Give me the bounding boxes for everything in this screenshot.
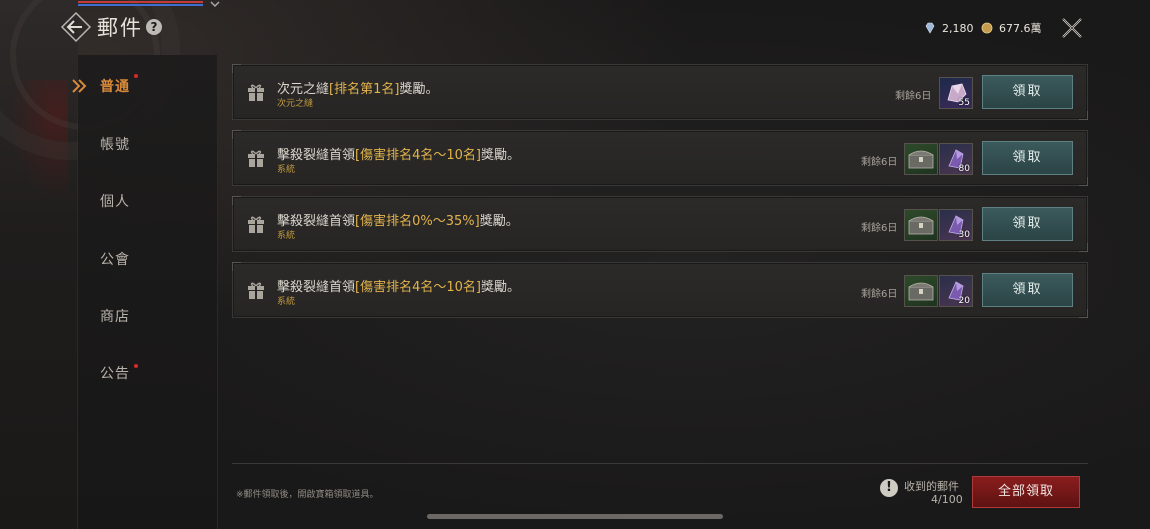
mail-title-suffix: 獎勵。 [479,214,519,229]
item-quantity: 30 [958,230,970,240]
back-button[interactable] [60,11,92,43]
purple-gem-icon[interactable]: 20 [939,275,973,307]
remaining-days: 剩餘6日 [861,223,898,234]
mail-item[interactable]: 次元之縫[排名第1名]獎勵。 次元之縫 剩餘6日 55 領取 [232,64,1088,120]
notification-dot [134,364,138,368]
mail-title-suffix: 獎勵。 [480,148,520,163]
item-quantity: 20 [958,296,970,306]
treasure-chest-icon[interactable] [904,209,938,241]
gift-icon [248,150,264,167]
mail-title: 擊殺裂縫首領[傷害排名4名～10名]獎勵。 [277,144,520,163]
sidebar-item-account[interactable]: 帳號 [100,134,130,154]
claim-button[interactable]: 領取 [982,273,1073,307]
remaining-days: 剩餘6日 [861,157,898,168]
currency-gem: 2,180 [924,20,974,36]
scrollbar[interactable] [427,514,723,519]
mail-title-highlight: [傷害排名0%～35%] [355,214,480,229]
mail-title-text: 擊殺裂縫首領 [277,280,356,295]
chevron-down-icon[interactable] [209,0,223,10]
mail-item[interactable]: 擊殺裂縫首領[傷害排名4名～10名]獎勵。 系統 剩餘6日 80 領取 [232,130,1088,186]
notification-dot [134,74,138,78]
mail-title: 擊殺裂縫首領[傷害排名4名～10名]獎勵。 [277,276,520,295]
page-title: 郵件 [97,16,143,40]
purple-gem-icon[interactable]: 80 [939,143,973,175]
mail-title: 次元之縫[排名第1名]獎勵。 [277,78,438,97]
mail-title-highlight: [傷害排名4名～10名] [355,280,481,295]
crystal-ore-icon[interactable]: 55 [939,77,973,109]
sidebar-item-personal[interactable]: 個人 [100,191,130,211]
mail-title-text: 擊殺裂縫首領 [277,214,356,229]
exclamation-icon: ! [880,479,898,497]
claim-button[interactable]: 領取 [982,207,1073,241]
footer-note: ※郵件領取後，開啟寶箱領取道具。 [236,490,379,500]
item-quantity: 55 [958,98,970,108]
currency-gold-value: 677.6萬 [999,22,1042,35]
help-icon[interactable]: ? [146,19,162,35]
sidebar-item-guild[interactable]: 公會 [100,249,130,269]
received-mail-count: 4/100 [931,493,963,506]
mail-title-highlight: [傷害排名4名～10名] [355,148,481,163]
claim-all-button[interactable]: 全部領取 [972,476,1080,508]
mail-title-highlight: [排名第1名] [329,82,400,97]
sidebar-item-shop[interactable]: 商店 [100,306,130,326]
status-bars [78,0,208,8]
mail-item[interactable]: 擊殺裂縫首領[傷害排名4名～10名]獎勵。 系統 剩餘6日 20 領取 [232,262,1088,318]
claim-button[interactable]: 領取 [982,75,1073,109]
currency-gem-value: 2,180 [942,21,974,35]
footer-divider [232,463,1088,464]
gift-icon [248,282,264,299]
mail-title-text: 次元之縫 [277,82,330,97]
sidebar-item-notice[interactable]: 公告 [100,363,130,383]
mail-sender: 系統 [277,297,296,307]
gift-icon [248,216,264,233]
item-quantity: 80 [958,164,970,174]
gold-coin-icon [981,22,993,34]
remaining-days: 剩餘6日 [895,91,932,102]
received-mail-label: 收到的郵件 [904,480,959,493]
mail-item[interactable]: 擊殺裂縫首領[傷害排名0%～35%]獎勵。 系統 剩餘6日 30 領取 [232,196,1088,252]
mail-title-suffix: 獎勵。 [399,82,439,97]
treasure-chest-icon[interactable] [904,275,938,307]
sidebar-panel [78,55,218,529]
claim-button[interactable]: 領取 [982,141,1073,175]
mail-sender: 系統 [277,231,296,241]
diamond-icon [925,22,935,34]
close-icon [1062,18,1082,38]
hp-bar [78,1,203,3]
mail-title-suffix: 獎勵。 [480,280,520,295]
remaining-days: 剩餘6日 [861,289,898,300]
back-arrow-icon [60,11,92,43]
gift-icon [248,84,264,101]
treasure-chest-icon[interactable] [904,143,938,175]
mail-title: 擊殺裂縫首領[傷害排名0%～35%]獎勵。 [277,210,519,229]
active-tab-indicator-icon [70,78,90,94]
mail-sender: 次元之縫 [277,99,314,109]
sidebar-item-general[interactable]: 普通 [100,76,130,96]
currency-gold: 677.6萬 [981,20,1042,36]
mail-title-text: 擊殺裂縫首領 [277,148,356,163]
mp-bar [78,4,203,6]
mail-sender: 系統 [277,165,296,175]
close-button[interactable] [1060,16,1084,40]
purple-gem-icon[interactable]: 30 [939,209,973,241]
